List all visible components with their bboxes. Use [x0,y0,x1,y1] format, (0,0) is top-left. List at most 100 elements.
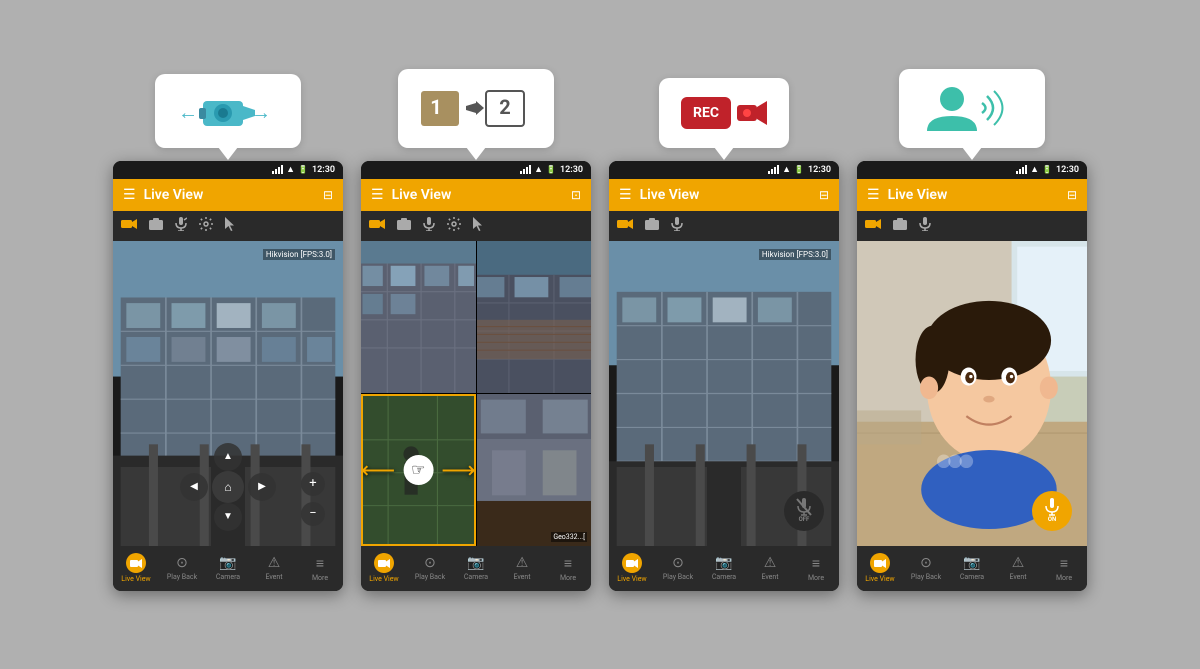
ptz-up-btn[interactable]: ▲ [214,443,242,471]
wifi-3: ▲ [782,164,791,175]
zoom-out-btn[interactable]: − [301,502,325,526]
nav-event-1[interactable]: ⚠ Event [251,546,297,591]
ptz-home-btn[interactable]: ⌂ [212,471,244,503]
tooltip-rec: REC [659,78,789,148]
nav-event-label-2: Event [513,573,530,581]
audio-on-btn[interactable]: ON [1032,491,1072,531]
nav-camera-4[interactable]: 📷 Camera [949,546,995,591]
grid-cell-tr [477,241,592,393]
snapshot-icon-1[interactable] [149,218,163,233]
signal-icons-3: ▲ 🔋 [768,164,804,175]
menu-icon-4[interactable]: ☰ [867,187,880,203]
menu-icon-1[interactable]: ☰ [123,187,136,203]
nav-event-3[interactable]: ⚠ Event [747,546,793,591]
grid-cell-br: Geo332...[ [477,394,592,546]
layout-icon-3[interactable]: ⊟ [819,188,829,202]
signal-icons-1: ▲ 🔋 [272,164,308,175]
cam-icon-4[interactable] [865,218,881,233]
nav-camera-label-1: Camera [216,573,240,581]
nav-playback-3[interactable]: ⊙ Play Back [655,546,701,591]
nav-more-icon-4: ≡ [1060,555,1068,572]
ptz-right-btn[interactable]: ▶ [248,473,276,501]
nav-playback-4[interactable]: ⊙ Play Back [903,546,949,591]
menu-icon-3[interactable]: ☰ [619,187,632,203]
app-header-3: ☰ Live View ⊟ [609,179,839,211]
nav-live-view-4[interactable]: Live View [857,546,903,591]
nav-event-icon-1: ⚠ [268,555,281,571]
settings-icon-1[interactable] [199,217,213,234]
cursor-icon-1[interactable] [225,217,237,234]
svg-text:→: → [251,100,271,124]
audio-icon-2[interactable] [423,217,435,234]
cursor-icon-2[interactable] [473,217,485,234]
nav-event-label-4: Event [1009,573,1026,581]
settings-icon-2[interactable] [447,217,461,234]
toolbar-1 [113,211,343,241]
nav-more-4[interactable]: ≡ More [1041,546,1087,591]
snapshot-icon-4[interactable] [893,218,907,233]
nav-camera-3[interactable]: 📷 Camera [701,546,747,591]
audio-icon-1[interactable] [175,217,187,234]
layout-icon-2[interactable]: ⊡ [571,188,581,202]
audio-icon-3[interactable] [671,217,683,234]
nav-more-label-4: More [1056,574,1072,582]
camera-feed-3: Hikvision [FPS:3.0] OFF [609,241,839,546]
nav-camera-icon-3: 📷 [715,555,732,571]
snapshot-icon-3[interactable] [645,218,659,233]
nav-event-4[interactable]: ⚠ Event [995,546,1041,591]
bottom-nav-3: Live View ⊙ Play Back 📷 Camera ⚠ Event ≡… [609,546,839,591]
nav-live-view-1[interactable]: Live View [113,546,159,591]
nav-camera-label-4: Camera [960,573,984,581]
zoom-in-btn[interactable]: + [301,472,325,496]
svg-text:1: 1 [430,95,441,119]
nav-event-label-3: Event [761,573,778,581]
tooltip-swap: 1 2 [398,69,554,148]
status-bar-3: ▲ 🔋 12:30 [609,161,839,179]
nav-camera-icon-4: 📷 [963,555,980,571]
status-bar-2: ▲ 🔋 12:30 [361,161,591,179]
grid-cell-bl[interactable]: ⟵ ☞ ⟶ [361,394,476,546]
nav-playback-icon-2: ⊙ [424,555,436,571]
nav-live-view-3[interactable]: Live View [609,546,655,591]
ptz-down-btn[interactable]: ▼ [214,503,242,531]
nav-live-view-2[interactable]: Live View [361,546,407,591]
nav-playback-icon-4: ⊙ [920,555,932,571]
fps-label-1: Hikvision [FPS:3.0] [263,249,335,260]
swipe-left-arrow: ⟵ [361,456,395,484]
audio-on-label: ON [1048,516,1056,523]
nav-camera-2[interactable]: 📷 Camera [453,546,499,591]
nav-more-2[interactable]: ≡ More [545,546,591,591]
app-header-2: ☰ Live View ⊡ [361,179,591,211]
audio-icon-4[interactable] [919,217,931,234]
nav-event-icon-3: ⚠ [764,555,777,571]
nav-more-3[interactable]: ≡ More [793,546,839,591]
nav-event-icon-2: ⚠ [516,555,529,571]
grid-cell-tl [361,241,476,393]
rec-badge: REC [681,97,731,129]
nav-playback-2[interactable]: ⊙ Play Back [407,546,453,591]
layout-icon-4[interactable]: ⊟ [1067,188,1077,202]
nav-camera-1[interactable]: 📷 Camera [205,546,251,591]
nav-event-2[interactable]: ⚠ Event [499,546,545,591]
cam-icon-1[interactable] [121,218,137,233]
snapshot-icon-2[interactable] [397,218,411,233]
layout-icon-1[interactable]: ⊟ [323,188,333,202]
phone-2-screen: ▲ 🔋 12:30 ☰ Live View ⊡ [361,161,591,591]
tooltip-ptz: ← → [155,74,301,148]
cam-icon-2[interactable] [369,218,385,233]
nav-playback-1[interactable]: ⊙ Play Back [159,546,205,591]
header-title-3: Live View [640,187,811,203]
phone-1-wrapper: ← → ▲ [113,74,343,591]
cam-icon-3[interactable] [617,218,633,233]
nav-more-icon-1: ≡ [316,555,324,572]
menu-icon-2[interactable]: ☰ [371,187,384,203]
toolbar-3 [609,211,839,241]
bottom-nav-2: Live View ⊙ Play Back 📷 Camera ⚠ Event ≡… [361,546,591,591]
rec-mic-btn[interactable]: OFF [784,491,824,531]
signal-bars-1 [272,165,283,174]
ptz-left-btn[interactable]: ◀ [180,473,208,501]
time-4: 12:30 [1056,165,1079,175]
nav-more-1[interactable]: ≡ More [297,546,343,591]
nav-more-icon-3: ≡ [812,555,820,572]
phone-1-screen: ▲ 🔋 12:30 ☰ Live View ⊟ [113,161,343,591]
